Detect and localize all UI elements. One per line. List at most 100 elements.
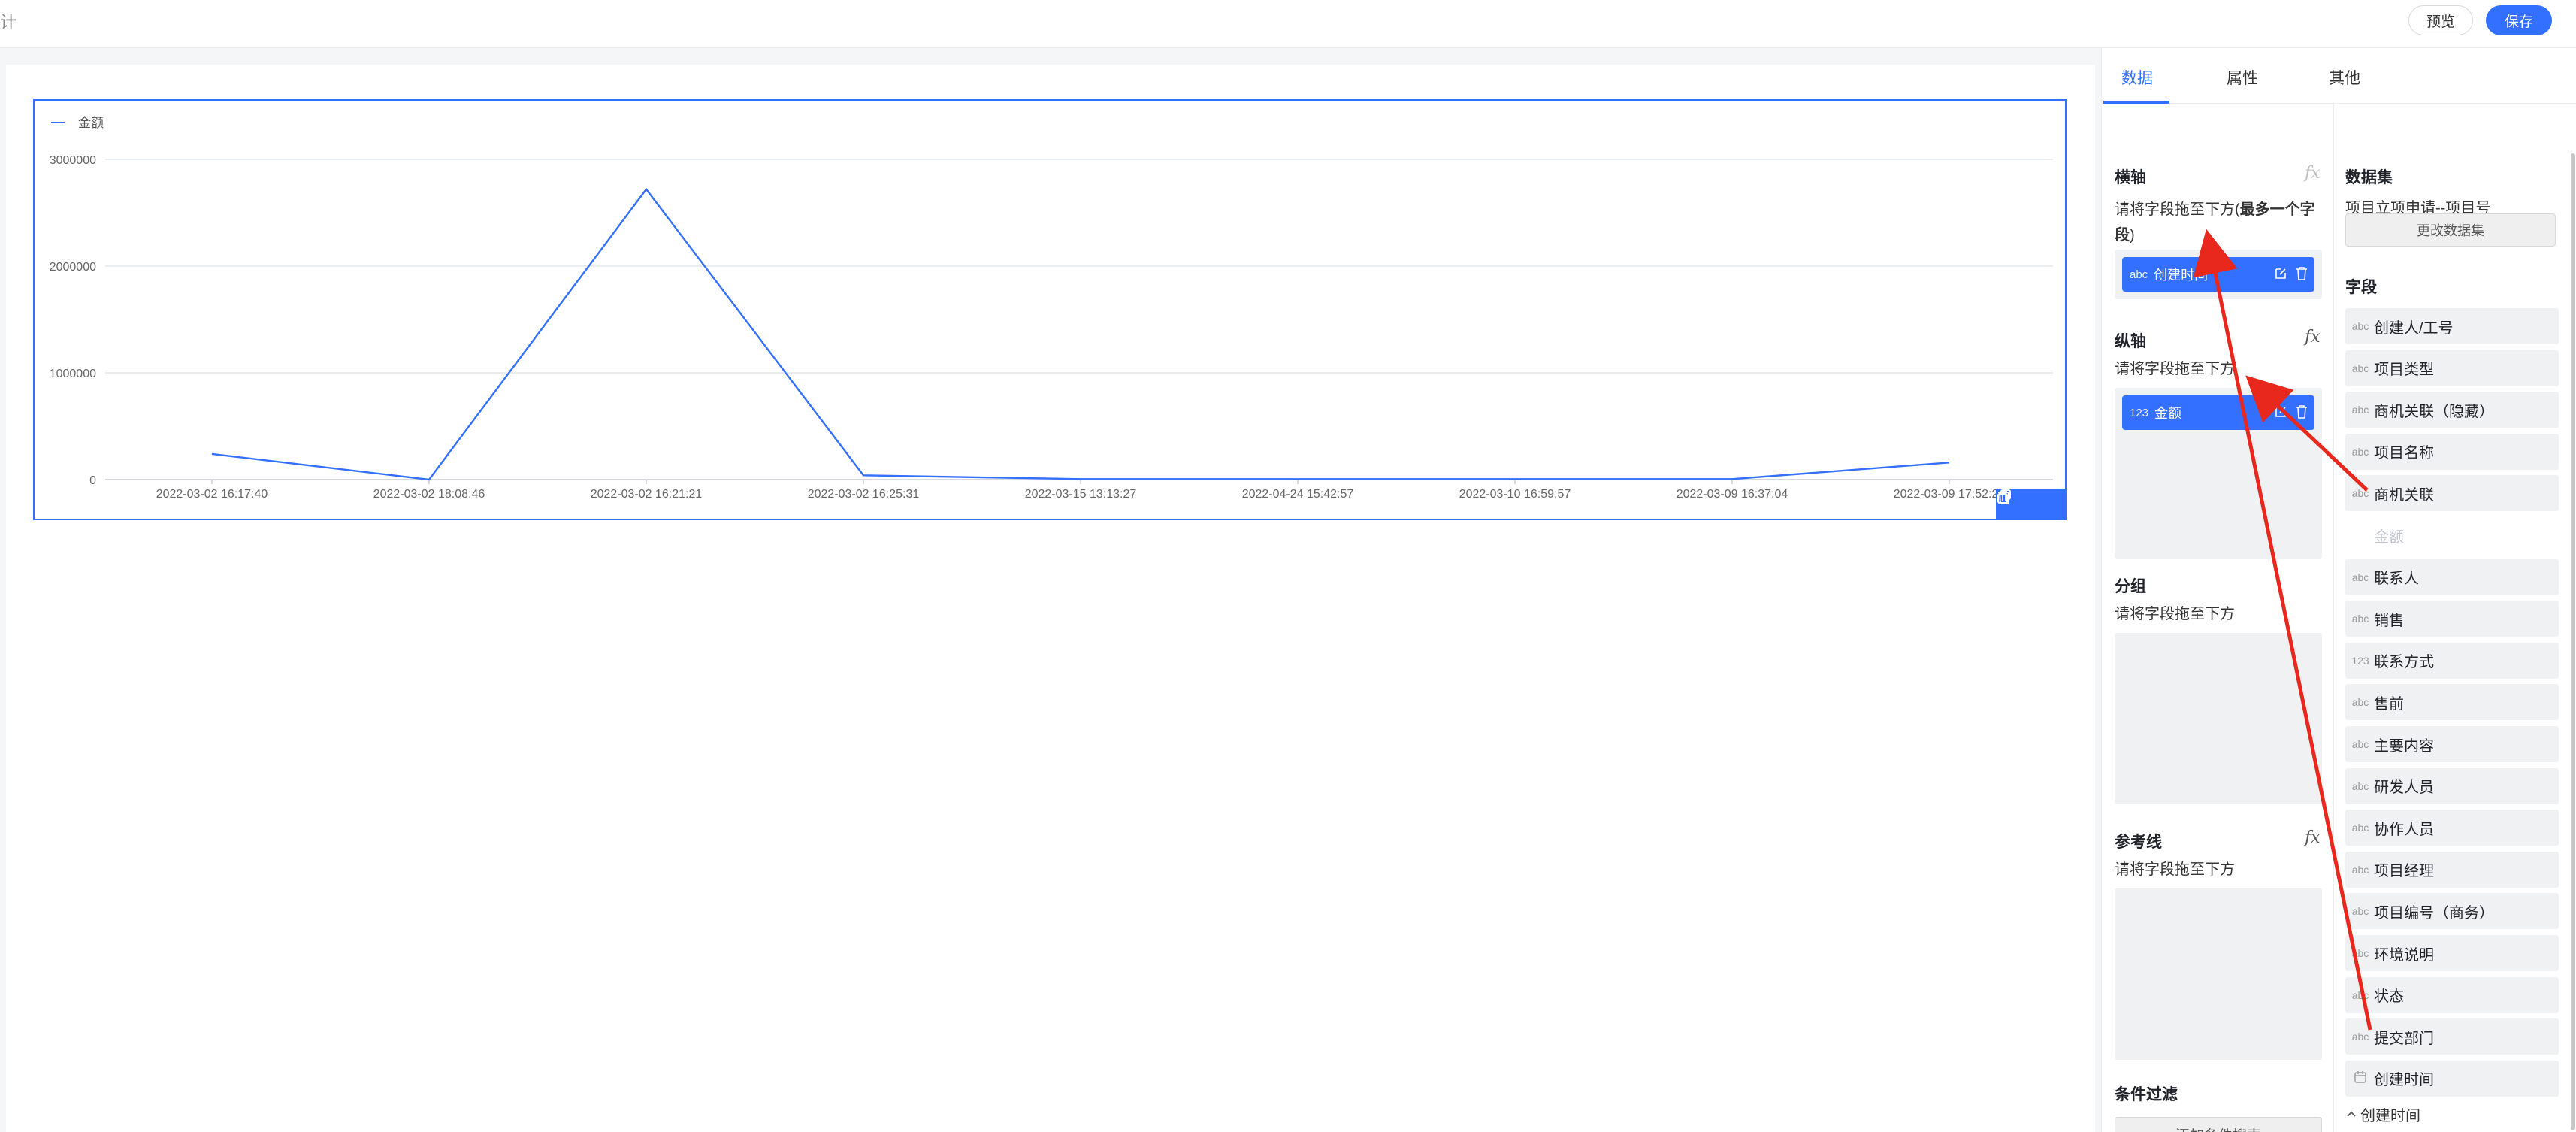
y-axis-dropzone[interactable]: 123 金额 [2115,388,2322,559]
field-type-label: abc [2351,738,2369,750]
dataset-title: 数据集 [2345,169,2393,186]
field-item[interactable]: abc 联系人 [2345,558,2559,595]
field-name: 售前 [2374,695,2404,713]
field-type-label: abc [2351,822,2369,834]
x-tick-label: 2022-03-09 16:37:04 [1677,488,1788,501]
field-item[interactable]: abc 项目类型 [2345,350,2559,386]
field-type-label: 123 [2130,406,2149,419]
x-tick-label: 2022-04-24 15:42:57 [1242,488,1354,501]
field-item[interactable]: abc 主要内容 [2345,726,2559,762]
x-tick-label: 2022-03-09 17:52:23 [1894,488,2006,501]
dataset-column: 数据集 项目立项申请--项目号 更改数据集 字段 abc 创建人/工号 abc 项目类… [2333,104,2565,1132]
save-button[interactable]: 保存 [2486,5,2552,35]
x-tick-label: 2022-03-02 18:08:46 [373,488,485,501]
scrollbar[interactable] [2571,153,2575,1130]
field-item[interactable]: abc 项目经理 [2345,851,2559,888]
field-name-label: 金额 [2154,406,2182,421]
group-dropzone[interactable] [2115,633,2322,804]
field-name: 联系方式 [2374,654,2434,671]
group-hint: 请将字段拖至下方 [2115,606,2235,622]
add-filter-button[interactable]: 添加条件搜索 [2115,1117,2322,1132]
field-type-label: abc [2351,905,2369,918]
field-name: 联系人 [2374,571,2419,588]
field-item[interactable]: abc 售前 [2345,684,2559,721]
delete-icon[interactable] [2295,266,2308,285]
x-axis-field-pill[interactable]: abc 创建时间 [2122,257,2314,292]
field-type-label: abc [2351,696,2369,709]
x-tick-label: 2022-03-10 16:59:57 [1459,488,1571,501]
field-group-toggle[interactable]: 创建时间 [2345,1103,2420,1125]
delete-icon[interactable] [1998,490,2057,513]
series-line [211,187,1950,481]
x-tick-label: 2022-03-02 16:21:21 [591,488,703,501]
field-item[interactable]: abc 环境说明 [2345,935,2559,971]
fields-title: 字段 [2345,279,2377,296]
x-axis-hint: 请将字段拖至下方(最多一个字段) [2115,201,2315,244]
field-item[interactable]: abc 协作人员 [2345,810,2559,846]
field-item[interactable]: abc 创建人/工号 [2345,308,2559,344]
x-axis-dropzone[interactable]: abc 创建时间 [2115,250,2322,299]
field-name: 协作人员 [2374,821,2434,838]
field-name: 提交部门 [2374,1030,2434,1047]
field-name: 销售 [2374,612,2404,629]
field-name: 状态 [2374,988,2404,1006]
edit-icon[interactable] [2274,267,2287,284]
field-type-label: abc [2351,445,2369,458]
fx-icon[interactable]: fx [2305,828,2321,847]
config-panel: 数据 属性 其他 横轴 fx 请将字段拖至下方(最多一个字段) abc 创建时间… [2101,48,2576,1132]
reference-line-title: 参考线 [2115,834,2162,851]
field-item[interactable]: abc 商机关联（隐藏） [2345,392,2559,428]
panel-tabs: 数据 属性 其他 [2102,48,2576,104]
reference-line-hint: 请将字段拖至下方 [2115,861,2235,878]
edit-icon[interactable] [2274,405,2287,422]
field-item[interactable]: 123 联系方式 [2345,642,2559,679]
field-type-label: abc [2351,320,2369,332]
field-item[interactable]: abc 销售 [2345,601,2559,637]
delete-icon[interactable] [2295,404,2308,423]
fx-icon[interactable]: fx [2305,328,2321,347]
field-item[interactable]: abc 商机关联 [2345,475,2559,512]
y-tick-label: 2000000 [50,261,96,274]
field-item[interactable]: abc 项目名称 [2345,433,2559,470]
field-item[interactable]: abc 项目编号（商务） [2345,893,2559,930]
design-canvas: 金额 0 1000000 2000000 3000000 2022-03-02 16:17… [6,65,2095,1132]
field-item[interactable]: 创建时间 [2345,1060,2559,1097]
field-name: 商机关联 [2374,486,2434,504]
top-bar: 计 预览 保存 [0,0,2576,48]
field-item[interactable]: abc 提交部门 [2345,1018,2559,1055]
chevron-up-icon [2345,1106,2357,1123]
widget-toolbar [1996,489,2065,519]
fx-icon[interactable]: fx [2305,164,2321,183]
field-item[interactable]: abc 研发人员 [2345,767,2559,804]
field-type-label: 123 [2351,654,2369,667]
field-name: 项目编号（商务） [2374,904,2494,922]
field-type-label: abc [2351,487,2369,500]
field-name: 创建人/工号 [2374,319,2454,337]
field-name: 项目经理 [2374,863,2434,880]
legend-label: 金额 [78,116,104,130]
y-axis-hint: 请将字段拖至下方 [2115,361,2235,377]
field-type-label: abc [2351,362,2369,374]
y-axis-title: 纵轴 [2115,333,2146,350]
field-name: 主要内容 [2374,737,2434,755]
x-tick-label: 2022-03-02 16:25:31 [808,488,920,501]
field-name: 研发人员 [2374,779,2434,797]
field-type-label: abc [2351,404,2369,416]
line-chart: 金额 0 1000000 2000000 3000000 2022-03-02 16:17… [50,116,2053,501]
y-axis-field-pill[interactable]: 123 金额 [2122,395,2314,430]
field-name: 项目名称 [2374,445,2434,462]
tab-properties[interactable]: 属性 [2227,66,2258,89]
tab-data[interactable]: 数据 [2121,66,2153,89]
line-chart-widget[interactable]: 金额 0 1000000 2000000 3000000 2022-03-02 16:17… [33,99,2067,520]
change-dataset-button[interactable]: 更改数据集 [2345,213,2556,247]
field-type-label: abc [2351,1031,2369,1043]
x-tick-label: 2022-03-02 16:17:40 [156,488,268,501]
field-name-label: 创建时间 [2154,268,2209,283]
group-title: 分组 [2115,578,2146,595]
preview-button[interactable]: 预览 [2408,5,2473,35]
reference-line-dropzone[interactable] [2115,888,2322,1060]
y-tick-label: 1000000 [50,368,96,380]
field-item[interactable]: abc 状态 [2345,976,2559,1013]
tab-other[interactable]: 其他 [2329,66,2360,89]
field-name: 环境说明 [2374,946,2434,964]
